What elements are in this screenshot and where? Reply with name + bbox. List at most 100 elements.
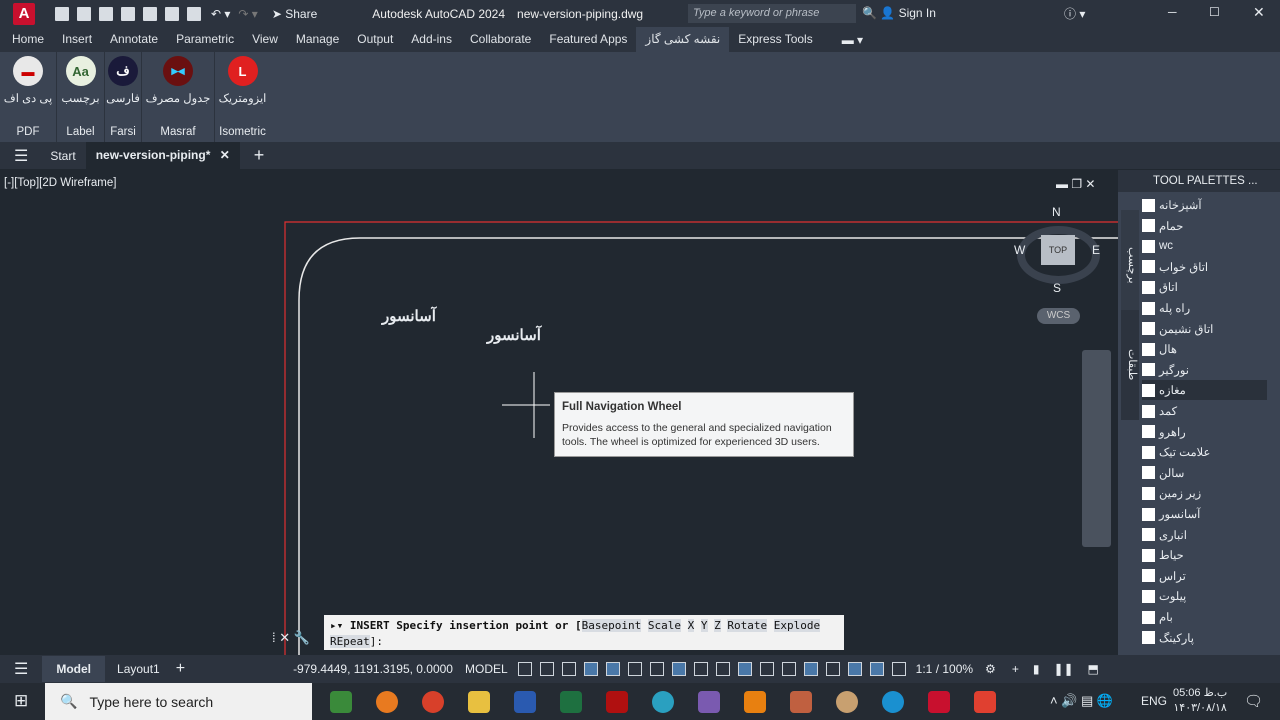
cmd-option[interactable]: Basepoint [581, 619, 642, 632]
new-icon[interactable] [55, 6, 69, 21]
pdf-button[interactable]: ▬ پی دی اف [0, 56, 56, 105]
pause-icon[interactable]: ❚❚ [1053, 662, 1073, 676]
cmd-option[interactable]: Y [700, 619, 708, 632]
cmd-option[interactable]: Explode [773, 619, 821, 632]
isodraft-icon[interactable] [649, 662, 664, 676]
palette-item[interactable]: سالن [1142, 463, 1267, 483]
masraf-button[interactable]: ▸◂ جدول مصرف [142, 56, 214, 105]
palette-item[interactable]: هال [1142, 339, 1267, 359]
excel-icon[interactable] [560, 690, 582, 713]
fullscreen-icon[interactable]: ⬒ [1088, 662, 1099, 676]
tab-add-ins[interactable]: Add-ins [402, 27, 461, 52]
red-app-icon[interactable] [974, 690, 996, 713]
gear-icon[interactable]: ⚙ [985, 662, 996, 676]
viewcube[interactable]: N S W E TOP [1010, 205, 1105, 300]
cmd-option[interactable]: Rotate [727, 619, 768, 632]
dynamic-ucs-icon[interactable] [803, 662, 818, 676]
infer-icon[interactable] [561, 662, 576, 676]
palette-item[interactable]: نورگیر [1142, 360, 1267, 380]
palette-item[interactable]: راهرو [1142, 422, 1267, 442]
vlc-icon[interactable] [744, 690, 766, 713]
isometric-button[interactable]: L ایزومتریک [215, 56, 270, 105]
ortho-icon[interactable] [605, 662, 620, 676]
compass-s[interactable]: S [1053, 281, 1061, 295]
share-button[interactable]: ➤ Share [272, 7, 317, 21]
tab-featured-apps[interactable]: Featured Apps [540, 27, 636, 52]
farsi-button[interactable]: ف فارسی [105, 56, 141, 105]
selection-cycling-icon[interactable] [759, 662, 774, 676]
clock[interactable]: 05:06 ب.ظ ۱۴۰۳/۰۸/۱۸ [1173, 686, 1227, 716]
wcs-menu[interactable]: WCS [1037, 308, 1080, 324]
label-button[interactable]: Aa برچسب [57, 56, 104, 105]
tab-drawing[interactable]: new-version-piping* ✕ [85, 142, 240, 169]
tab-express-tools[interactable]: Express Tools [729, 27, 821, 52]
palette-item[interactable]: بام [1142, 607, 1267, 627]
tab-layout1[interactable]: Layout1 [117, 662, 160, 676]
viewport-window-controls[interactable]: ▬ ❐ ✕ [1056, 177, 1095, 191]
palette-title[interactable]: TOOL PALETTES ... [1118, 170, 1280, 192]
tab-gas-piping[interactable]: نقشه کشی گاز [636, 27, 730, 52]
word-icon[interactable] [514, 690, 536, 713]
compass-w[interactable]: W [1014, 243, 1025, 257]
file-explorer-icon[interactable] [468, 690, 490, 713]
help-icon[interactable]: ⓘ ▾ [1064, 5, 1085, 22]
paint-app-icon[interactable] [790, 690, 812, 713]
palette-item[interactable]: راه پله [1142, 298, 1267, 318]
tab-output[interactable]: Output [348, 27, 402, 52]
tab-insert[interactable]: Insert [53, 27, 101, 52]
open-web-icon[interactable] [143, 6, 157, 21]
notifications-icon[interactable]: 🗨 [1244, 692, 1263, 710]
model-space-button[interactable]: MODEL [465, 662, 508, 676]
3d-osnap-icon[interactable] [781, 662, 796, 676]
cmd-option[interactable]: REpeat [330, 635, 370, 648]
dynamic-input-icon[interactable] [583, 662, 598, 676]
palette-tab-floors[interactable]: طبقات [1121, 310, 1139, 420]
palette-item[interactable]: اتاق [1142, 277, 1267, 297]
viewport-controls[interactable]: [-][Top][2D Wireframe] [4, 177, 116, 189]
navigation-bar[interactable] [1082, 350, 1111, 547]
tab-model[interactable]: Model [42, 656, 106, 682]
acrobat-icon[interactable] [606, 690, 628, 713]
palette-item[interactable]: پارکینگ [1142, 628, 1267, 648]
chrome-icon[interactable] [422, 690, 444, 713]
viewcube-top-face[interactable]: TOP [1041, 235, 1075, 265]
redo-icon[interactable]: ↷ ▾ [238, 7, 257, 21]
maximize-icon[interactable]: ☐ [1209, 5, 1220, 19]
firefox-icon[interactable] [376, 690, 398, 713]
add-layout-icon[interactable]: + [176, 660, 185, 678]
tab-manage[interactable]: Manage [287, 27, 348, 52]
palette-item[interactable]: تراس [1142, 566, 1267, 586]
sign-in-button[interactable]: 🔍 👤 Sign In [862, 6, 936, 20]
palette-item[interactable]: آشپزخانه [1142, 195, 1267, 215]
globe-app-icon[interactable] [836, 690, 858, 713]
palette-item[interactable]: انباری [1142, 525, 1267, 545]
osnap-icon[interactable] [693, 662, 708, 676]
plus-icon[interactable]: + [1012, 662, 1019, 676]
autocad-taskbar-icon[interactable] [928, 690, 950, 713]
gizmo-icon[interactable] [847, 662, 862, 676]
snowflake-app-icon[interactable] [652, 690, 674, 713]
autoscale-icon[interactable] [891, 662, 906, 676]
lineweight-icon[interactable] [715, 662, 730, 676]
customize-icon[interactable]: ▮ [1033, 662, 1040, 676]
tray-icons[interactable]: ˄ 🔊 ▤ 🌐 [1050, 693, 1113, 709]
palette-item[interactable]: wc [1142, 236, 1267, 256]
menu-icon[interactable]: ☰ [14, 146, 28, 166]
download-manager-icon[interactable] [330, 690, 352, 713]
compass-e[interactable]: E [1092, 243, 1100, 257]
new-tab-icon[interactable]: + [254, 145, 265, 166]
close-icon[interactable]: ✕ [1253, 4, 1265, 21]
cmd-option[interactable]: Scale [647, 619, 682, 632]
layout-menu-icon[interactable]: ☰ [14, 659, 28, 679]
language-indicator[interactable]: ENG [1141, 694, 1167, 708]
save-web-icon[interactable] [165, 6, 179, 21]
tab-parametric[interactable]: Parametric [167, 27, 243, 52]
polar-icon[interactable] [627, 662, 642, 676]
plot-icon[interactable] [187, 6, 201, 21]
palette-item[interactable]: زیر زمین [1142, 483, 1267, 503]
annotation-visibility-icon[interactable] [869, 662, 884, 676]
autocad-logo-icon[interactable]: A [13, 2, 35, 25]
command-line[interactable]: ▸▾ INSERT Specify insertion point or [Ba… [324, 615, 844, 650]
save-icon[interactable] [99, 6, 113, 21]
tab-home[interactable]: Home [0, 27, 53, 52]
